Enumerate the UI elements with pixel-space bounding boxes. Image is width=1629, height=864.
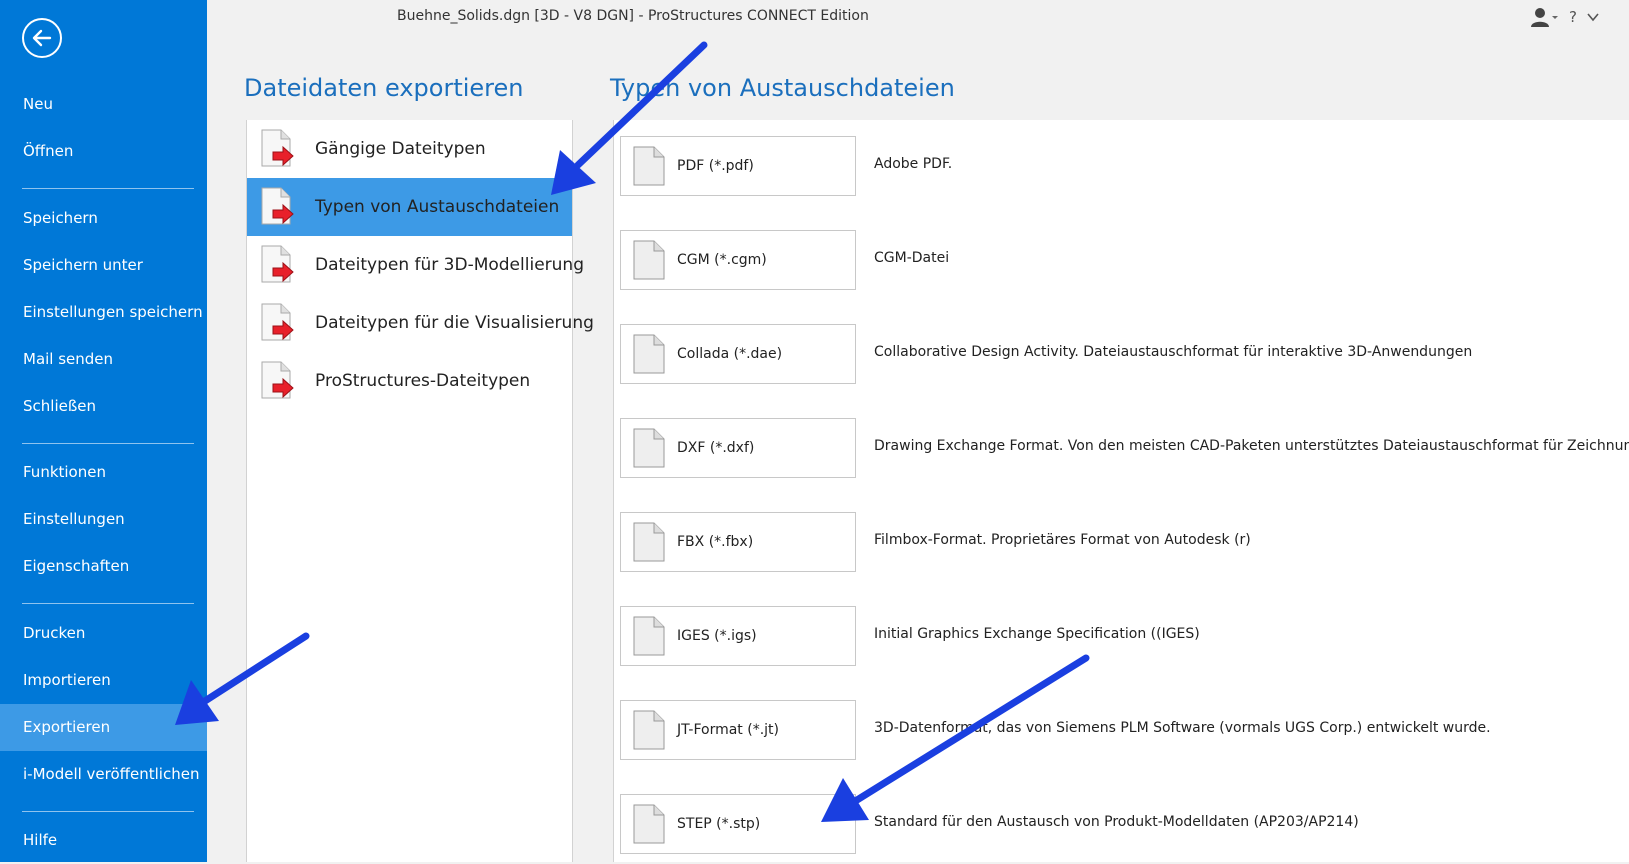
nav-item-exportieren[interactable]: Exportieren xyxy=(0,704,207,751)
export-file-icon xyxy=(261,361,294,399)
file-icon xyxy=(633,616,665,656)
nav-item-einstellungen-speichern[interactable]: Einstellungen speichern xyxy=(0,289,207,336)
chevron-down-icon[interactable] xyxy=(1587,12,1599,22)
category-label: Gängige Dateitypen xyxy=(315,139,486,159)
export-collada-button[interactable]: Collada (*.dae) xyxy=(620,324,856,384)
file-icon xyxy=(633,334,665,374)
category-prostructures[interactable]: ProStructures-Dateitypen xyxy=(247,352,572,410)
nav-item-schliessen[interactable]: Schließen xyxy=(0,383,207,430)
type-row-pdf: PDF (*.pdf) Adobe PDF. xyxy=(620,136,1620,198)
type-label: STEP (*.stp) xyxy=(677,816,761,832)
nav-item-einstellungen[interactable]: Einstellungen xyxy=(0,496,207,543)
type-row-collada: Collada (*.dae) Collaborative Design Act… xyxy=(620,324,1620,386)
window-title: Buehne_Solids.dgn [3D - V8 DGN] - ProStr… xyxy=(397,8,869,24)
file-icon xyxy=(633,522,665,562)
type-row-cgm: CGM (*.cgm) CGM-Datei xyxy=(620,230,1620,292)
export-file-icon xyxy=(261,303,294,341)
type-row-dxf: DXF (*.dxf) Drawing Exchange Format. Von… xyxy=(620,418,1629,480)
export-step-button[interactable]: STEP (*.stp) xyxy=(620,794,856,854)
type-description: Adobe PDF. xyxy=(874,156,953,172)
backstage-nav: Neu Öffnen Speichern Speichern unter Ein… xyxy=(0,0,207,862)
export-fbx-button[interactable]: FBX (*.fbx) xyxy=(620,512,856,572)
category-3d-modellierung[interactable]: Dateitypen für 3D-Modellierung xyxy=(247,236,584,294)
export-file-icon xyxy=(261,245,294,283)
nav-item-speichern[interactable]: Speichern xyxy=(0,195,207,242)
type-row-step: STEP (*.stp) Standard für den Austausch … xyxy=(620,794,1620,856)
type-row-jt: JT-Format (*.jt) 3D-Datenformat, das von… xyxy=(620,700,1620,762)
type-label: JT-Format (*.jt) xyxy=(677,722,779,738)
type-row-fbx: FBX (*.fbx) Filmbox-Format. Proprietäres… xyxy=(620,512,1620,574)
export-heading: Dateidaten exportieren xyxy=(244,74,524,102)
category-visualisierung[interactable]: Dateitypen für die Visualisierung xyxy=(247,294,594,352)
exchange-types-panel: PDF (*.pdf) Adobe PDF. CGM (*.cgm) CGM-D… xyxy=(613,120,1629,862)
nav-separator xyxy=(22,443,194,444)
type-label: DXF (*.dxf) xyxy=(677,440,755,456)
nav-item-hilfe[interactable]: Hilfe xyxy=(0,817,207,864)
user-icon[interactable] xyxy=(1529,6,1559,28)
nav-item-eigenschaften[interactable]: Eigenschaften xyxy=(0,543,207,590)
type-label: Collada (*.dae) xyxy=(677,346,783,362)
nav-item-mail-senden[interactable]: Mail senden xyxy=(0,336,207,383)
type-description: Standard für den Austausch von Produkt-M… xyxy=(874,814,1359,830)
category-label: ProStructures-Dateitypen xyxy=(315,371,531,391)
export-jt-button[interactable]: JT-Format (*.jt) xyxy=(620,700,856,760)
export-cgm-button[interactable]: CGM (*.cgm) xyxy=(620,230,856,290)
file-icon xyxy=(633,240,665,280)
type-description: 3D-Datenformat, das von Siemens PLM Soft… xyxy=(874,720,1491,736)
type-description: Collaborative Design Activity. Dateiaust… xyxy=(874,344,1473,360)
export-file-icon xyxy=(261,187,294,225)
type-description: Initial Graphics Exchange Specification … xyxy=(874,626,1200,642)
nav-separator xyxy=(22,811,194,812)
nav-separator xyxy=(22,603,194,604)
nav-item-imodell-veroeffentlichen[interactable]: i-Modell veröffentlichen xyxy=(0,751,207,798)
type-description: CGM-Datei xyxy=(874,250,950,266)
nav-item-importieren[interactable]: Importieren xyxy=(0,657,207,704)
export-iges-button[interactable]: IGES (*.igs) xyxy=(620,606,856,666)
export-dxf-button[interactable]: DXF (*.dxf) xyxy=(620,418,856,478)
title-controls: ? xyxy=(1529,6,1599,28)
back-button[interactable] xyxy=(22,18,62,58)
nav-item-speichern-unter[interactable]: Speichern unter xyxy=(0,242,207,289)
export-pdf-button[interactable]: PDF (*.pdf) xyxy=(620,136,856,196)
type-label: IGES (*.igs) xyxy=(677,628,757,644)
nav-item-funktionen[interactable]: Funktionen xyxy=(0,449,207,496)
help-button[interactable]: ? xyxy=(1569,8,1577,26)
nav-item-drucken[interactable]: Drucken xyxy=(0,610,207,657)
file-icon xyxy=(633,146,665,186)
file-icon xyxy=(633,804,665,844)
type-label: PDF (*.pdf) xyxy=(677,158,754,174)
types-heading: Typen von Austauschdateien xyxy=(610,74,955,102)
category-label: Dateitypen für die Visualisierung xyxy=(315,313,594,333)
type-row-iges: IGES (*.igs) Initial Graphics Exchange S… xyxy=(620,606,1620,668)
category-gaengige-dateitypen[interactable]: Gängige Dateitypen xyxy=(247,120,572,178)
title-bar: Buehne_Solids.dgn [3D - V8 DGN] - ProStr… xyxy=(207,0,1629,34)
export-file-icon xyxy=(261,129,294,167)
type-label: FBX (*.fbx) xyxy=(677,534,754,550)
type-description: Drawing Exchange Format. Von den meisten… xyxy=(874,438,1629,454)
category-austauschdateien[interactable]: Typen von Austauschdateien xyxy=(247,178,572,236)
file-icon xyxy=(633,428,665,468)
file-icon xyxy=(633,710,665,750)
category-label: Typen von Austauschdateien xyxy=(315,197,560,217)
nav-separator xyxy=(22,188,194,189)
type-description: Filmbox-Format. Proprietäres Format von … xyxy=(874,532,1251,548)
nav-item-neu[interactable]: Neu xyxy=(0,81,207,128)
category-label: Dateitypen für 3D-Modellierung xyxy=(315,255,584,275)
back-arrow-icon xyxy=(32,29,52,47)
export-categories-list: Gängige Dateitypen Typen von Austauschda… xyxy=(246,120,594,862)
nav-item-oeffnen[interactable]: Öffnen xyxy=(0,128,207,175)
type-label: CGM (*.cgm) xyxy=(677,252,767,268)
